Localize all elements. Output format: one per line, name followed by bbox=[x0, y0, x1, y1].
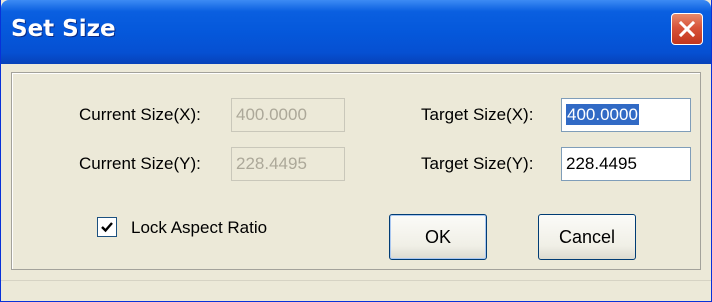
lock-aspect-ratio-checkbox[interactable] bbox=[97, 217, 117, 237]
target-size-x-label: Target Size(X): bbox=[421, 105, 534, 124]
ok-button[interactable]: OK bbox=[389, 214, 487, 260]
set-size-dialog: Set Size Current Size(X): 400.0000 Curre… bbox=[0, 0, 712, 302]
current-size-x-field: 400.0000 bbox=[231, 98, 345, 132]
cancel-button[interactable]: Cancel bbox=[538, 214, 636, 260]
checkmark-icon bbox=[101, 222, 113, 233]
current-size-y-value: 228.4495 bbox=[236, 154, 307, 173]
target-size-y-value: 228.4495 bbox=[566, 154, 637, 173]
close-button[interactable] bbox=[671, 13, 703, 45]
target-size-x-input[interactable]: 400.0000 bbox=[561, 98, 691, 132]
current-size-y-field: 228.4495 bbox=[231, 147, 345, 181]
current-size-x-value: 400.0000 bbox=[236, 105, 307, 124]
target-size-y-label: Target Size(Y): bbox=[421, 154, 534, 173]
current-size-y-label: Current Size(Y): bbox=[79, 154, 201, 173]
dialog-title: Set Size bbox=[11, 16, 116, 42]
target-size-x-value: 400.0000 bbox=[566, 104, 639, 125]
divider bbox=[1, 280, 711, 281]
title-bar[interactable]: Set Size bbox=[1, 0, 711, 64]
target-size-y-input[interactable]: 228.4495 bbox=[561, 147, 691, 181]
lock-aspect-ratio-label[interactable]: Lock Aspect Ratio bbox=[131, 218, 267, 238]
current-size-x-label: Current Size(X): bbox=[79, 105, 201, 124]
close-icon bbox=[678, 20, 696, 38]
